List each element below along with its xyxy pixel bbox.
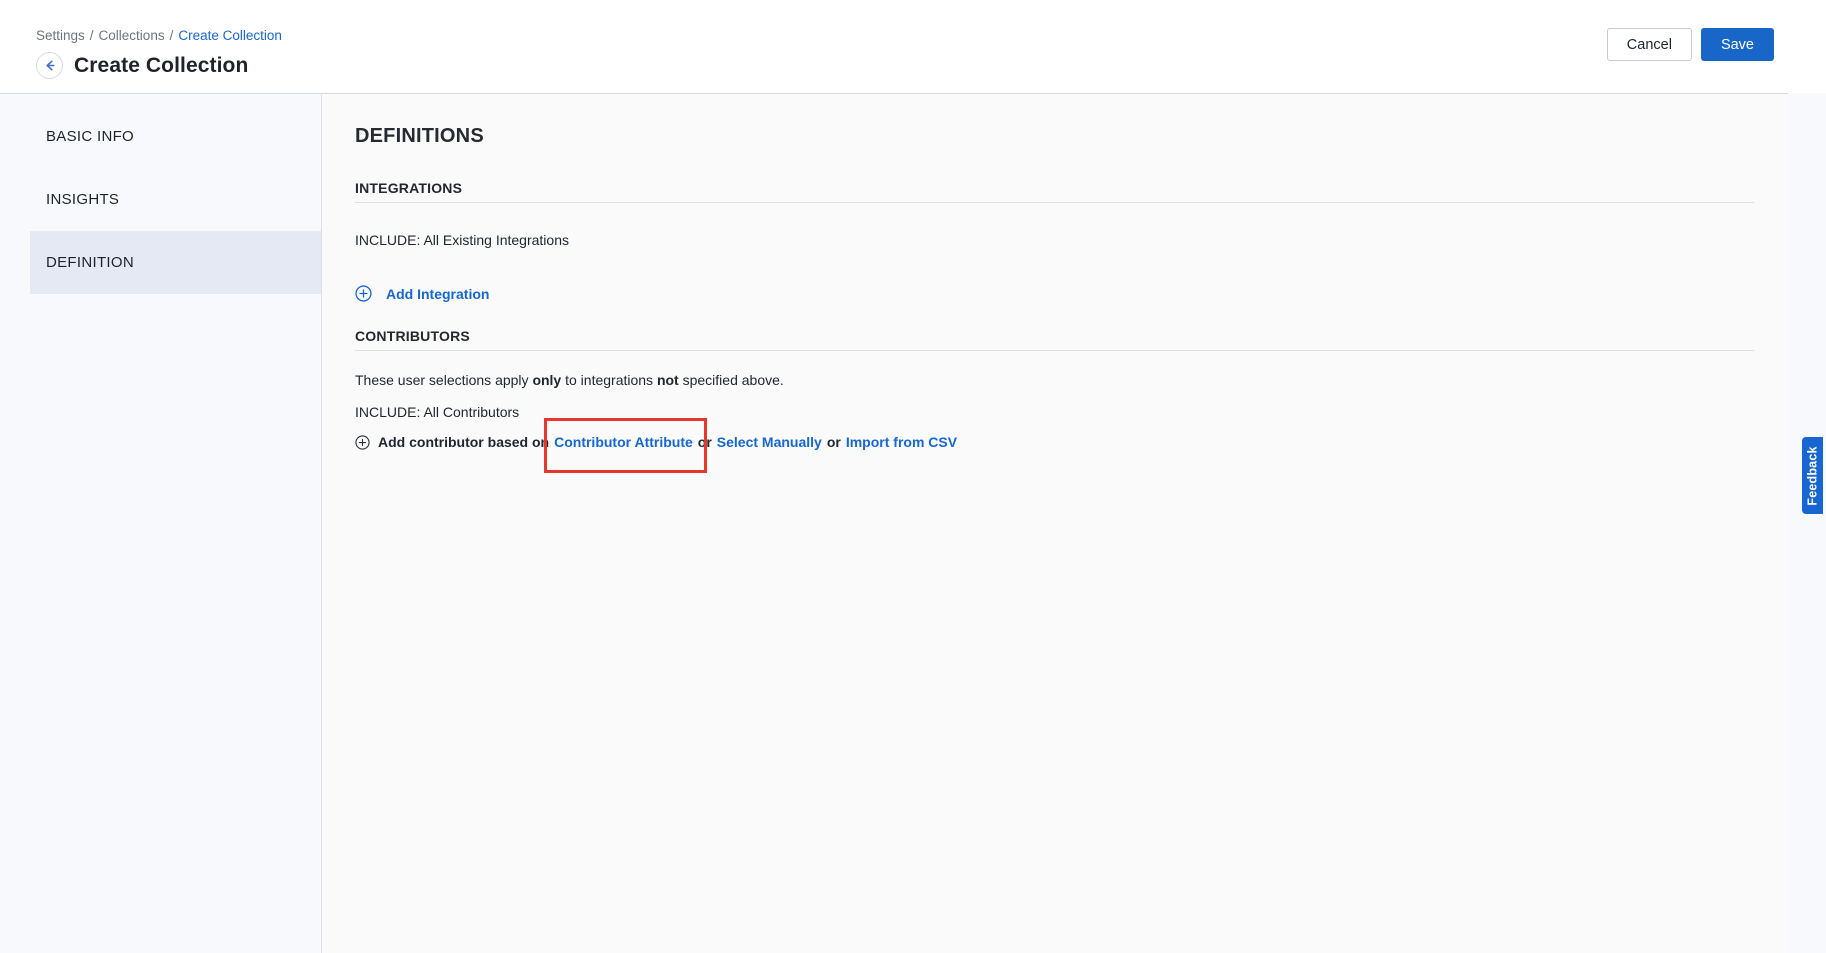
title-row: Create Collection <box>36 52 1826 79</box>
back-button[interactable] <box>36 52 63 79</box>
page-title: Create Collection <box>74 54 248 78</box>
integrations-section-heading: INTEGRATIONS <box>355 180 1754 196</box>
section-divider <box>355 202 1754 203</box>
select-manually-link[interactable]: Select Manually <box>717 434 822 451</box>
breadcrumb-separator: / <box>170 28 174 43</box>
or-label: or <box>827 434 841 451</box>
arrow-left-icon <box>42 58 57 73</box>
contributor-attribute-wrap: Contributor Attribute <box>554 434 693 451</box>
integrations-include-text: INCLUDE: All Existing Integrations <box>355 232 1754 249</box>
contributors-include-text: INCLUDE: All Contributors <box>355 404 1754 421</box>
panel-title: DEFINITIONS <box>355 122 1754 150</box>
add-integration-button[interactable]: Add Integration <box>355 285 489 302</box>
breadcrumb-settings[interactable]: Settings <box>36 28 85 43</box>
definitions-panel: DEFINITIONS INTEGRATIONS INCLUDE: All Ex… <box>322 93 1788 953</box>
right-gutter <box>1788 93 1826 953</box>
save-button[interactable]: Save <box>1701 28 1774 61</box>
plus-circle-icon <box>355 435 373 450</box>
breadcrumb-separator: / <box>90 28 94 43</box>
note-bold-only: only <box>532 372 561 388</box>
breadcrumb-current[interactable]: Create Collection <box>178 28 282 43</box>
settings-sidebar: BASIC INFO INSIGHTS DEFINITION <box>0 93 322 953</box>
add-contributor-prefix: Add contributor based on <box>378 434 549 451</box>
note-text: These user selections apply <box>355 372 532 388</box>
add-contributor-row: Add contributor based on Contributor Att… <box>355 434 1754 451</box>
header-actions: Cancel Save <box>1607 28 1774 61</box>
add-integration-label: Add Integration <box>386 286 489 302</box>
or-label: or <box>698 434 712 451</box>
cancel-button[interactable]: Cancel <box>1607 28 1692 61</box>
note-text: specified above. <box>679 372 784 388</box>
contributor-attribute-link[interactable]: Contributor Attribute <box>554 434 693 450</box>
plus-circle-icon <box>355 285 372 302</box>
feedback-tab-label: Feedback <box>1806 446 1820 505</box>
sidebar-item-basic-info[interactable]: BASIC INFO <box>30 105 321 168</box>
content-row: BASIC INFO INSIGHTS DEFINITION DEFINITIO… <box>0 93 1826 953</box>
breadcrumb: Settings / Collections / Create Collection <box>36 28 1826 44</box>
sidebar-item-definition[interactable]: DEFINITION <box>30 231 321 294</box>
section-divider <box>355 350 1754 351</box>
feedback-tab[interactable]: Feedback <box>1802 437 1823 514</box>
note-text: to integrations <box>561 372 657 388</box>
page-header: Settings / Collections / Create Collection C… <box>0 0 1826 93</box>
contributors-section-heading: CONTRIBUTORS <box>355 328 1754 344</box>
note-bold-not: not <box>657 372 679 388</box>
breadcrumb-collections[interactable]: Collections <box>99 28 165 43</box>
contributors-note: These user selections apply only to inte… <box>355 372 1754 389</box>
import-from-csv-link[interactable]: Import from CSV <box>846 434 957 451</box>
sidebar-item-insights[interactable]: INSIGHTS <box>30 168 321 231</box>
